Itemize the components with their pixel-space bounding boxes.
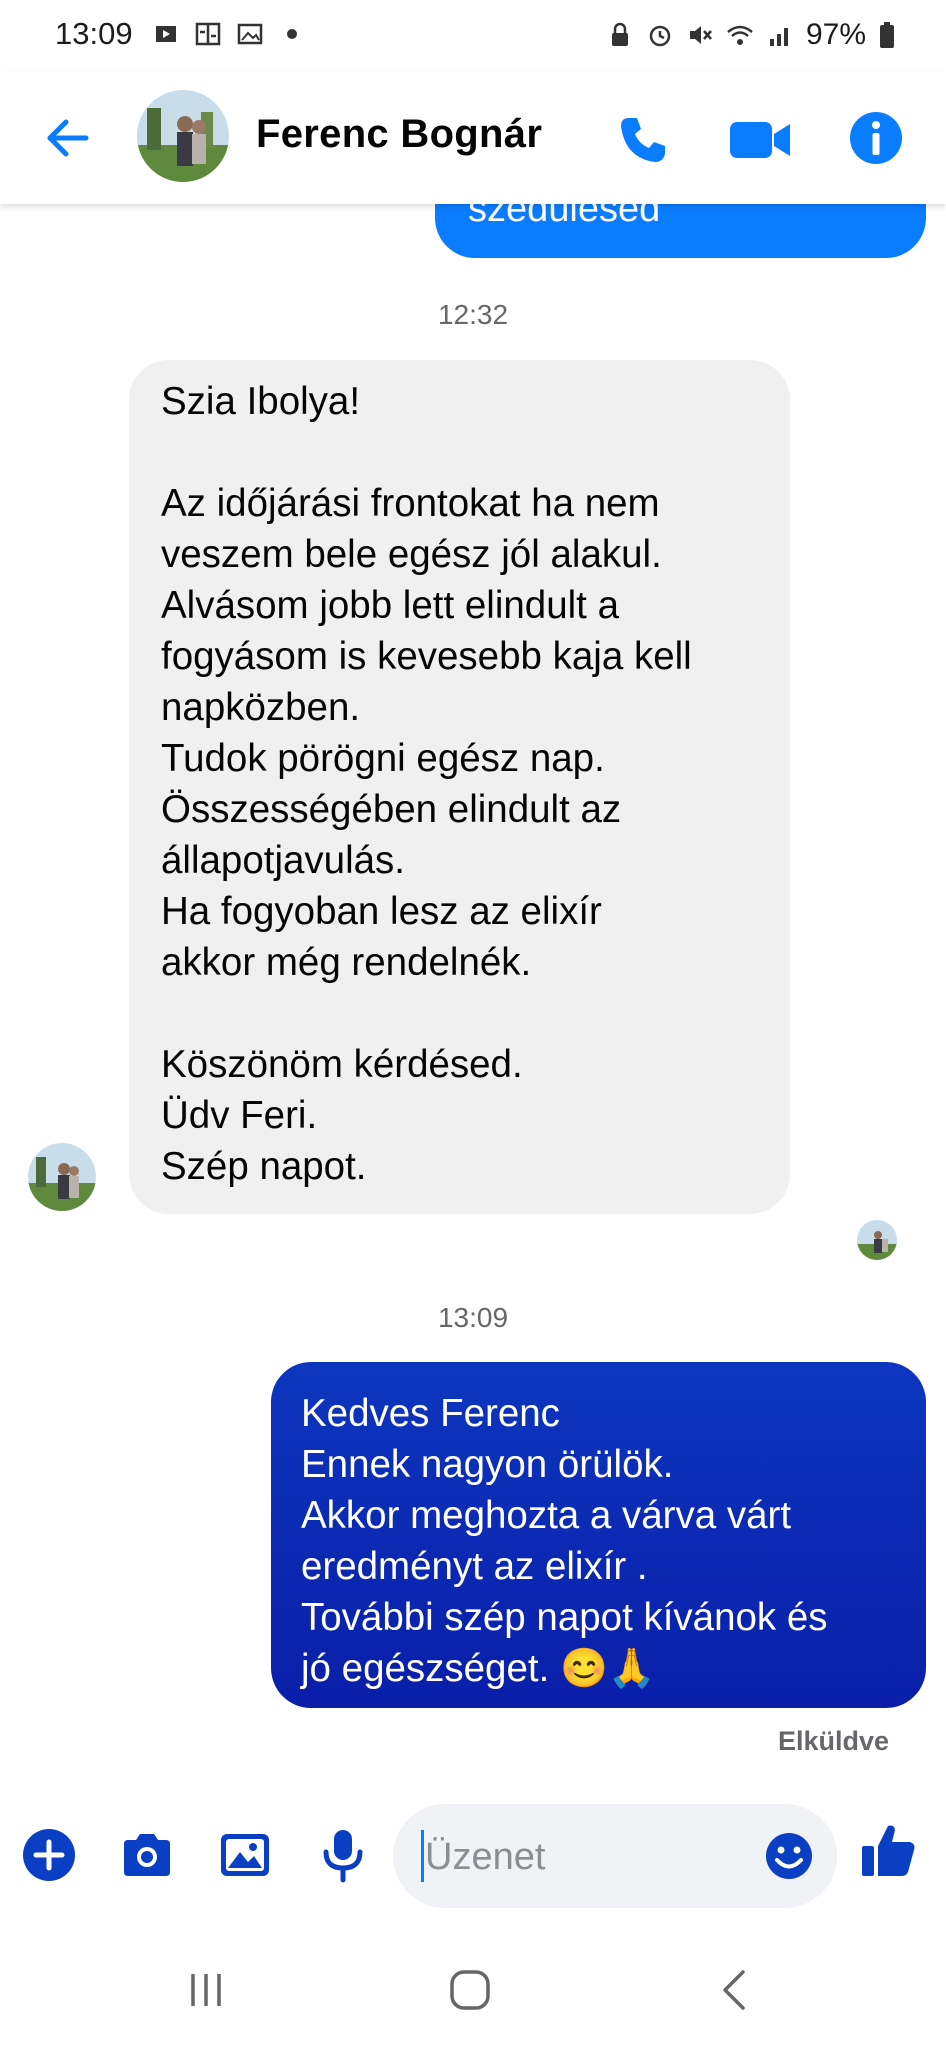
status-left-icons	[152, 20, 306, 48]
signal-icon	[769, 28, 788, 46]
gallery-icon	[237, 23, 263, 45]
outgoing-message[interactable]: Kedves Ferenc Ennek nagyon örülök. Akkor…	[271, 1362, 926, 1708]
microphone-icon[interactable]	[314, 1826, 372, 1884]
timestamp: 13:09	[437, 1302, 509, 1333]
sender-avatar[interactable]	[28, 1143, 96, 1211]
back-icon[interactable]	[705, 1960, 765, 2020]
status-right-icons: 97%	[606, 18, 896, 52]
avatar-photo-icon	[137, 90, 229, 182]
camera-icon[interactable]	[118, 1826, 176, 1884]
conversation-header: Ferenc Bognár	[0, 72, 946, 204]
recent-apps-icon[interactable]	[176, 1960, 236, 2020]
avatar-photo-icon	[28, 1143, 96, 1211]
timestamp: 12:32	[437, 299, 509, 330]
battery-percent: 97%	[805, 18, 866, 51]
seen-indicator-avatar	[857, 1220, 897, 1260]
home-icon[interactable]	[440, 1960, 500, 2020]
system-nav-bar	[0, 1930, 946, 2049]
image-icon[interactable]	[216, 1826, 274, 1884]
message-input[interactable]	[423, 1828, 727, 1886]
status-time: 13:09	[55, 16, 133, 51]
incoming-message[interactable]: Szia Ibolya! Az időjárási frontokat ha n…	[129, 360, 790, 1214]
info-icon[interactable]	[848, 110, 904, 166]
alarm-icon	[649, 25, 671, 47]
translate-icon	[195, 22, 221, 46]
media-icon	[156, 26, 176, 42]
contact-avatar[interactable]	[137, 90, 229, 182]
dot-icon	[287, 29, 297, 39]
contact-name[interactable]: Ferenc Bognár	[256, 112, 542, 157]
back-arrow-icon[interactable]	[40, 110, 96, 166]
phone-icon[interactable]	[615, 112, 671, 168]
wifi-icon	[727, 25, 753, 45]
battery-icon	[880, 22, 894, 48]
video-camera-icon[interactable]	[728, 116, 792, 164]
status-bar: 13:09 97%	[0, 0, 946, 72]
message-field[interactable]	[393, 1804, 837, 1908]
add-icon[interactable]	[20, 1826, 78, 1884]
avatar-photo-icon	[857, 1220, 897, 1260]
emoji-icon[interactable]	[764, 1831, 814, 1881]
mute-icon	[689, 26, 712, 44]
delivery-status: Elküldve	[777, 1726, 889, 1756]
lock-icon	[611, 22, 628, 46]
thumbs-up-icon[interactable]	[858, 1820, 918, 1880]
